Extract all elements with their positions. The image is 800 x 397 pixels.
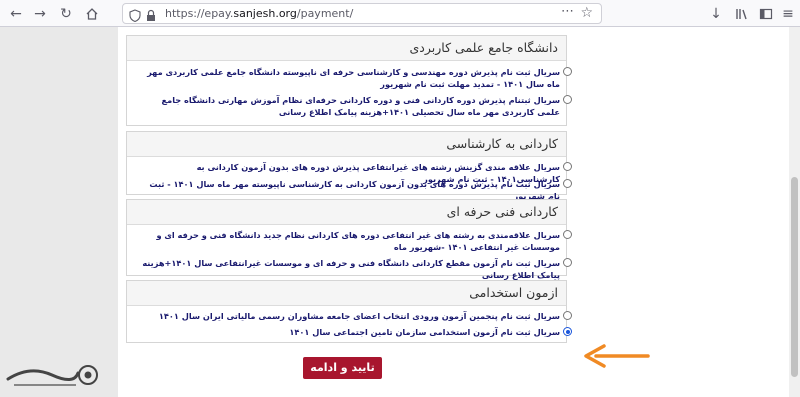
payment-panel: دانشگاه جامع علمی کاربردی سریال ثبت نام … bbox=[118, 27, 575, 397]
home-icon[interactable] bbox=[82, 4, 102, 24]
section-card: دانشگاه جامع علمی کاربردی سریال ثبت نام … bbox=[126, 35, 572, 126]
section-title: دانشگاه جامع علمی کاربردی bbox=[127, 36, 566, 61]
radio-button[interactable] bbox=[563, 311, 572, 320]
option-label: سریال ثبت نام پذیرش دوره های بدون آزمون … bbox=[149, 179, 560, 201]
web-page: دانشگاه جامع علمی کاربردی سریال ثبت نام … bbox=[0, 27, 800, 397]
radio-button[interactable] bbox=[563, 258, 572, 267]
section-title: ازمون استخدامی bbox=[127, 281, 566, 306]
option-label: سریال ثبت نام پنجمین آزمون ورودی انتخاب … bbox=[158, 311, 560, 321]
option-row[interactable]: سریال ثبت نام پذیرش دوره مهندسی و کارشنا… bbox=[140, 66, 572, 90]
scrollbar[interactable] bbox=[789, 27, 800, 397]
sidebar-icon[interactable] bbox=[756, 4, 776, 24]
library-icon[interactable] bbox=[732, 4, 752, 24]
section-title: کاردانی به کارشناسی bbox=[127, 132, 566, 157]
reload-icon[interactable]: ↻ bbox=[56, 4, 76, 24]
option-row[interactable]: سریال ثبت نام پنجمین آزمون ورودی انتخاب … bbox=[140, 310, 572, 322]
back-arrow-icon[interactable]: ← bbox=[6, 4, 26, 24]
radio-button[interactable] bbox=[563, 230, 572, 239]
section-card: کاردانی به کارشناسی سریال علاقه مندی گزی… bbox=[126, 131, 572, 201]
section-title: کاردانی فنی حرفه ای bbox=[127, 200, 566, 225]
downloads-icon[interactable]: ↓ bbox=[706, 4, 726, 24]
url-prefix: https://epay. bbox=[165, 7, 234, 20]
address-bar[interactable]: https://epay.sanjesh.org/payment/ ⋯ ☆ bbox=[122, 3, 602, 24]
menu-icon[interactable]: ≡ bbox=[778, 4, 798, 24]
radio-button[interactable] bbox=[563, 179, 572, 188]
option-label: سریال ثبت نام آزمون استخدامی سازمان تامی… bbox=[289, 327, 560, 337]
forward-arrow-icon[interactable]: → bbox=[30, 4, 50, 24]
lock-icon[interactable] bbox=[145, 7, 157, 21]
option-row[interactable]: سریال ثبتنام پذیرش دوره کاردانی فنی و دو… bbox=[140, 94, 572, 118]
option-row-selected[interactable]: سریال ثبت نام آزمون استخدامی سازمان تامی… bbox=[140, 326, 572, 338]
option-label: سریال ثبت نام پذیرش دوره مهندسی و کارشنا… bbox=[147, 67, 560, 89]
annotation-arrow-icon bbox=[584, 344, 650, 368]
option-label: سریال علاقه‌مندی به رشته های غیر انتفاعی… bbox=[156, 230, 560, 252]
section-card: کاردانی فنی حرفه ای سریال علاقه‌مندی به … bbox=[126, 199, 572, 280]
option-row[interactable]: سریال ثبت نام آزمون مقطع کاردانی دانشگاه… bbox=[140, 257, 572, 281]
browser-toolbar: ← → ↻ https://epay.sanjesh.org/payment/ … bbox=[0, 0, 800, 27]
watermark-logo bbox=[6, 365, 98, 386]
option-label: سریال ثبت نام آزمون مقطع کاردانی دانشگاه… bbox=[142, 258, 560, 280]
page-actions-icon[interactable]: ⋯ bbox=[561, 4, 575, 19]
shield-icon[interactable] bbox=[129, 7, 141, 23]
url-text: https://epay.sanjesh.org/payment/ bbox=[165, 7, 353, 20]
option-row[interactable]: سریال علاقه‌مندی به رشته های غیر انتفاعی… bbox=[140, 229, 572, 253]
url-domain: sanjesh.org bbox=[233, 7, 297, 20]
url-path: /payment/ bbox=[296, 7, 354, 20]
radio-button[interactable] bbox=[563, 162, 572, 171]
radio-button-selected[interactable] bbox=[563, 327, 572, 336]
scrollbar-thumb[interactable] bbox=[791, 177, 798, 377]
radio-button[interactable] bbox=[563, 95, 572, 104]
option-label: سریال ثبتنام پذیرش دوره کاردانی فنی و دو… bbox=[161, 95, 560, 117]
radio-button[interactable] bbox=[563, 67, 572, 76]
bookmark-star-icon[interactable]: ☆ bbox=[580, 5, 593, 21]
confirm-continue-button[interactable]: تایید و ادامه bbox=[303, 357, 382, 379]
section-card: ازمون استخدامی سریال ثبت نام پنجمین آزمو… bbox=[126, 280, 572, 343]
